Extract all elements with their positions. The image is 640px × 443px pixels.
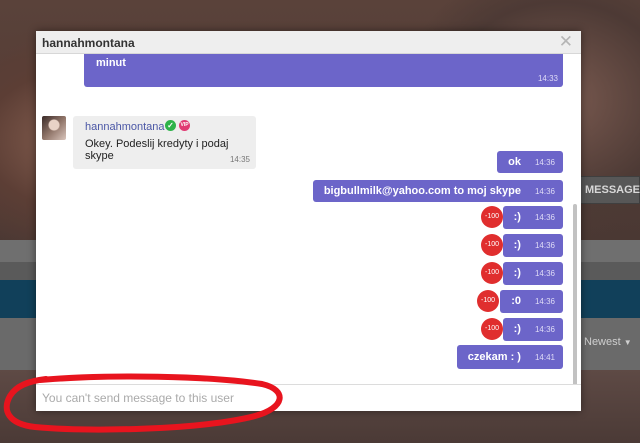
chevron-down-icon: ▼: [623, 338, 632, 347]
message-time: 14:35: [229, 155, 250, 164]
vip-icon: VIP: [179, 120, 190, 131]
outgoing-message: :) 14:36: [502, 262, 563, 285]
incoming-message: hannahmontana ✓ VIP Okey. Podeslij kredy…: [73, 116, 256, 169]
outgoing-message: ok 14:36: [497, 151, 563, 173]
message-time: 14:36: [534, 297, 555, 306]
chat-modal: hannahmontana ✕ minut 14:33 hannahmontan…: [36, 31, 581, 411]
credit-badge: -100: [481, 234, 503, 256]
avatar[interactable]: [42, 116, 66, 140]
credit-badge: -100: [481, 262, 503, 284]
message-list[interactable]: minut 14:33 hannahmontana ✓ VIP Okey. Po…: [36, 54, 581, 384]
message-time: 14:36: [534, 241, 555, 250]
message-time: 14:33: [537, 74, 558, 83]
outgoing-message: :) 14:36: [502, 318, 563, 341]
message-text: :0: [511, 295, 521, 307]
outgoing-message: bigbullmilk@yahoo.com to moj skype 14:36: [312, 180, 563, 202]
credit-badge: -100: [481, 318, 503, 340]
message-text: :): [513, 211, 521, 223]
message-input[interactable]: [36, 385, 581, 411]
verified-icon: ✓: [165, 120, 176, 131]
close-icon[interactable]: ✕: [559, 33, 573, 51]
message-text: czekam : ): [467, 351, 521, 363]
modal-title: hannahmontana: [42, 36, 135, 50]
message-input-area: [36, 384, 581, 411]
message-text: :): [513, 239, 521, 251]
outgoing-message: :) 14:36: [502, 234, 563, 257]
message-time: 14:36: [534, 213, 555, 222]
sort-dropdown[interactable]: Newest ▼: [584, 336, 632, 348]
message-time: 14:36: [534, 187, 555, 196]
message-text: bigbullmilk@yahoo.com to moj skype: [323, 185, 521, 197]
message-time: 14:36: [534, 325, 555, 334]
message-text: ok: [508, 156, 521, 168]
message-time: 14:36: [534, 158, 555, 167]
modal-header: hannahmontana ✕: [36, 31, 581, 54]
outgoing-message: czekam : ) 14:41: [456, 345, 563, 369]
outgoing-message: :0 14:36: [500, 290, 563, 313]
background-message-button[interactable]: MESSAGE: [578, 176, 640, 204]
outgoing-message: minut 14:33: [84, 54, 563, 87]
credit-badge: -100: [477, 290, 499, 312]
message-text: :): [513, 323, 521, 335]
message-time: 14:36: [534, 269, 555, 278]
outgoing-message: :) 14:36: [502, 206, 563, 229]
message-author[interactable]: hannahmontana: [85, 121, 165, 133]
credit-badge: -100: [481, 206, 503, 228]
message-text: :): [513, 267, 521, 279]
message-time: 14:41: [534, 353, 555, 362]
scrollbar[interactable]: [573, 204, 577, 384]
sort-label: Newest: [584, 336, 621, 348]
message-text: minut: [96, 57, 126, 69]
